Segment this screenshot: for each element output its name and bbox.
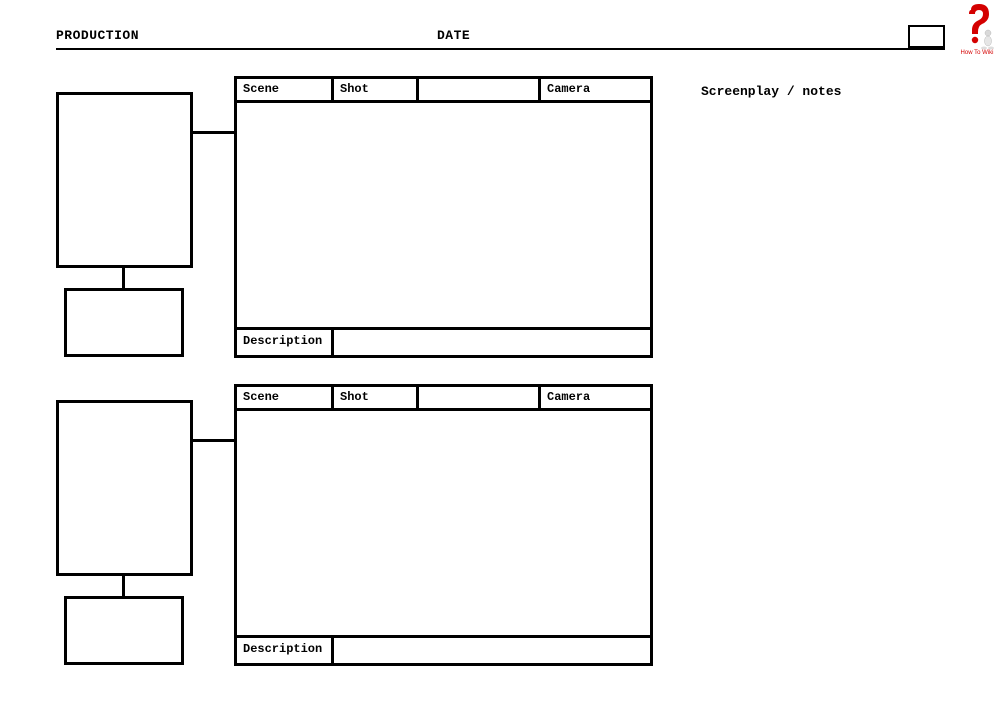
production-label: PRODUCTION — [56, 28, 139, 43]
logo: How To Wiki — [955, 4, 999, 56]
scene-label: Scene — [237, 79, 334, 100]
caption-box — [64, 596, 184, 665]
frame-header-row: Scene Shot Camera — [237, 79, 650, 103]
thumbnail-box — [56, 92, 193, 268]
description-blank — [334, 330, 650, 355]
frame-box: Scene Shot Camera Description — [234, 384, 653, 666]
caption-box — [64, 288, 184, 357]
connector-horizontal — [193, 131, 234, 134]
screenplay-notes-label: Screenplay / notes — [701, 84, 841, 99]
header-box — [908, 25, 945, 48]
logo-text: How To Wiki — [955, 50, 999, 56]
description-blank — [334, 638, 650, 663]
frame-footer-row: Description — [237, 327, 650, 355]
connector-horizontal — [193, 439, 234, 442]
description-label: Description — [237, 330, 334, 355]
question-mark-icon — [955, 4, 999, 50]
frame-footer-row: Description — [237, 635, 650, 663]
frame-box: Scene Shot Camera Description — [234, 76, 653, 358]
camera-label: Camera — [541, 79, 650, 100]
shot-label: Shot — [334, 387, 419, 408]
blank-cell — [419, 79, 541, 100]
blank-cell — [419, 387, 541, 408]
date-label: DATE — [437, 28, 470, 43]
header-bar: PRODUCTION DATE — [56, 28, 945, 50]
connector-vertical — [122, 268, 125, 288]
frame-header-row: Scene Shot Camera — [237, 387, 650, 411]
camera-label: Camera — [541, 387, 650, 408]
connector-vertical — [122, 576, 125, 596]
shot-label: Shot — [334, 79, 419, 100]
description-label: Description — [237, 638, 334, 663]
thumbnail-box — [56, 400, 193, 576]
scene-label: Scene — [237, 387, 334, 408]
